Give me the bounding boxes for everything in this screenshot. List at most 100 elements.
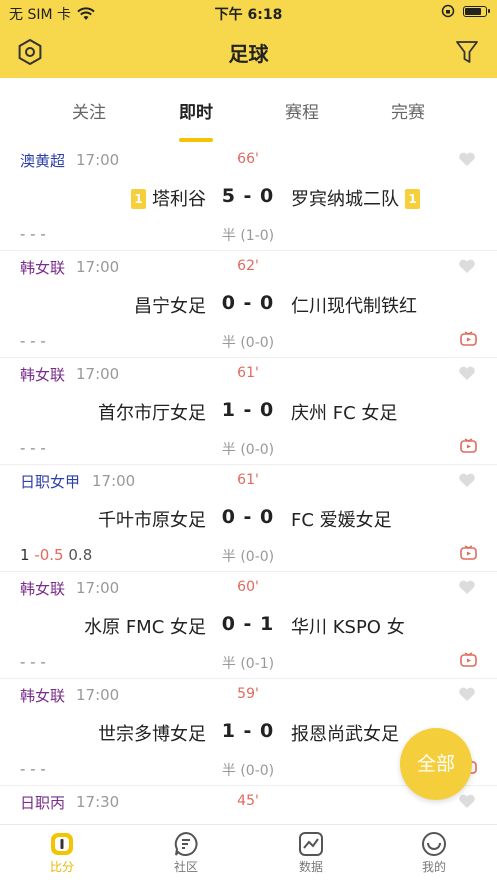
match-row[interactable]: 日职女甲 17:00 61' 千叶市原女足 0 - 0 FC 爱媛女足 1 -0.5 0.8… xyxy=(0,465,497,572)
kickoff-time: 17:00 xyxy=(76,151,120,169)
match-row[interactable]: 澳黄超 17:00 66' 1 塔利谷 5 - 0 罗宾纳城二队 1 - - - 半 (1-0) xyxy=(0,144,497,251)
bottom-nav-label: 比分 xyxy=(49,860,74,874)
home-team-name: 水原 FMC 女足 xyxy=(84,617,206,638)
kickoff-time: 17:00 xyxy=(76,686,120,704)
match-row[interactable]: 韩女联 17:00 62' 昌宁女足 0 - 0 仁川现代制铁红 - - - 半 (0-0) xyxy=(0,251,497,358)
bottom-nav-profile[interactable]: 我的 xyxy=(394,831,474,875)
half-time-score: 半 (1-0) xyxy=(221,228,275,244)
odds-home: 1 xyxy=(20,546,30,564)
odds: - - - xyxy=(20,653,46,671)
all-leagues-button[interactable]: 全部 xyxy=(400,728,472,800)
kickoff-time: 17:00 xyxy=(76,365,120,383)
league-name: 韩女联 xyxy=(20,687,66,705)
bottom-nav-label: 数据 xyxy=(298,860,323,874)
home-team-name: 世宗多博女足 xyxy=(98,724,206,745)
match-minute: 61' xyxy=(237,365,259,381)
home-team: 1 塔利谷 xyxy=(131,185,206,211)
league-name: 日职女甲 xyxy=(20,473,81,491)
match-score: 1 - 0 xyxy=(221,720,275,742)
status-bar: 无 SIM 卡 下午 6:18 xyxy=(0,0,497,26)
league-name: 韩女联 xyxy=(20,259,66,277)
away-team-name: 华川 KSPO 女 xyxy=(291,617,405,638)
home-team-name: 塔利谷 xyxy=(152,189,206,210)
bottom-nav-data[interactable]: 数据 xyxy=(271,831,351,875)
league-name: 澳黄超 xyxy=(20,152,66,170)
half-time-score: 半 (0-1) xyxy=(221,656,275,672)
red-card-count: 1 xyxy=(405,189,420,209)
live-video-icon[interactable] xyxy=(460,331,477,346)
kickoff-time: 17:00 xyxy=(76,579,120,597)
profile-icon xyxy=(422,832,446,856)
bottom-nav-label: 我的 xyxy=(421,860,446,874)
status-time: 下午 6:18 xyxy=(214,7,283,23)
league-name: 韩女联 xyxy=(20,580,66,598)
kickoff-time: 17:00 xyxy=(76,258,120,276)
bottom-nav-label: 社区 xyxy=(173,860,198,874)
match-minute: 60' xyxy=(237,579,259,595)
bottom-nav-score[interactable]: 比分 xyxy=(22,831,102,875)
match-score: 0 - 1 xyxy=(221,613,275,635)
home-team-name: 千叶市原女足 xyxy=(98,510,206,531)
favorite-heart-icon[interactable] xyxy=(458,686,476,702)
away-team-name: 仁川现代制铁红 xyxy=(291,296,417,317)
match-row[interactable]: 韩女联 17:00 61' 首尔市厅女足 1 - 0 庆州 FC 女足 - - - 半 (0-… xyxy=(0,358,497,465)
away-team: 罗宾纳城二队 1 xyxy=(291,185,420,211)
match-score: 5 - 0 xyxy=(221,185,275,207)
away-team-name: 庆州 FC 女足 xyxy=(291,403,398,424)
match-row[interactable]: 韩女联 17:00 60' 水原 FMC 女足 0 - 1 华川 KSPO 女 - - - 半… xyxy=(0,572,497,679)
page-title: 足球 xyxy=(228,42,269,66)
battery-icon xyxy=(463,5,490,17)
home-team: 水原 FMC 女足 xyxy=(84,613,206,639)
tab-finished[interactable]: 完赛 xyxy=(368,98,448,123)
odds: - - - xyxy=(20,439,46,457)
match-minute: 62' xyxy=(237,258,259,274)
league-name: 韩女联 xyxy=(20,366,66,384)
score-icon xyxy=(51,833,73,855)
away-team: FC 爱媛女足 xyxy=(291,506,392,532)
favorite-heart-icon[interactable] xyxy=(458,258,476,274)
filter-icon[interactable] xyxy=(455,39,479,65)
away-team-name: 罗宾纳城二队 xyxy=(291,189,399,210)
favorite-heart-icon[interactable] xyxy=(458,579,476,595)
active-tab-indicator xyxy=(179,138,213,142)
tab-live[interactable]: 即时 xyxy=(156,98,236,123)
community-icon xyxy=(174,831,198,856)
top-nav-bar: 足球 xyxy=(0,26,497,78)
kickoff-time: 17:00 xyxy=(92,472,136,490)
favorite-heart-icon[interactable] xyxy=(458,151,476,167)
match-minute: 66' xyxy=(237,151,259,167)
away-team: 仁川现代制铁红 xyxy=(291,292,417,318)
home-team: 首尔市厅女足 xyxy=(98,399,206,425)
bottom-nav-community[interactable]: 社区 xyxy=(146,831,226,875)
odds: - - - xyxy=(20,225,46,243)
half-time-score: 半 (0-0) xyxy=(221,549,275,565)
kickoff-time: 17:30 xyxy=(76,793,120,811)
home-team-name: 昌宁女足 xyxy=(134,296,206,317)
match-score: 0 - 0 xyxy=(221,506,275,528)
live-video-icon[interactable] xyxy=(460,438,477,453)
odds: - - - xyxy=(20,760,46,778)
live-video-icon[interactable] xyxy=(460,545,477,560)
match-list[interactable]: 澳黄超 17:00 66' 1 塔利谷 5 - 0 罗宾纳城二队 1 - - - 半 (1-0) 韩… xyxy=(0,144,497,824)
favorite-heart-icon[interactable] xyxy=(458,472,476,488)
home-team: 昌宁女足 xyxy=(134,292,206,318)
league-name: 日职丙 xyxy=(20,794,66,812)
favorite-heart-icon[interactable] xyxy=(458,793,476,809)
half-time-score: 半 (0-0) xyxy=(221,442,275,458)
data-icon xyxy=(299,832,323,856)
half-time-score: 半 (0-0) xyxy=(221,763,275,779)
tab-schedule[interactable]: 赛程 xyxy=(262,98,342,123)
live-video-icon[interactable] xyxy=(460,652,477,667)
away-team-name: FC 爱媛女足 xyxy=(291,510,392,531)
odds-away: 0.8 xyxy=(68,546,93,564)
half-time-score: 半 (0-0) xyxy=(221,335,275,351)
away-team-name: 报恩尚武女足 xyxy=(291,724,399,745)
match-minute: 59' xyxy=(237,686,259,702)
away-team: 庆州 FC 女足 xyxy=(291,399,397,425)
tab-following[interactable]: 关注 xyxy=(49,98,129,123)
odds: - - - xyxy=(20,332,46,350)
home-team: 世宗多博女足 xyxy=(98,720,206,746)
away-team: 报恩尚武女足 xyxy=(291,720,399,746)
match-score: 1 - 0 xyxy=(221,399,275,421)
favorite-heart-icon[interactable] xyxy=(458,365,476,381)
